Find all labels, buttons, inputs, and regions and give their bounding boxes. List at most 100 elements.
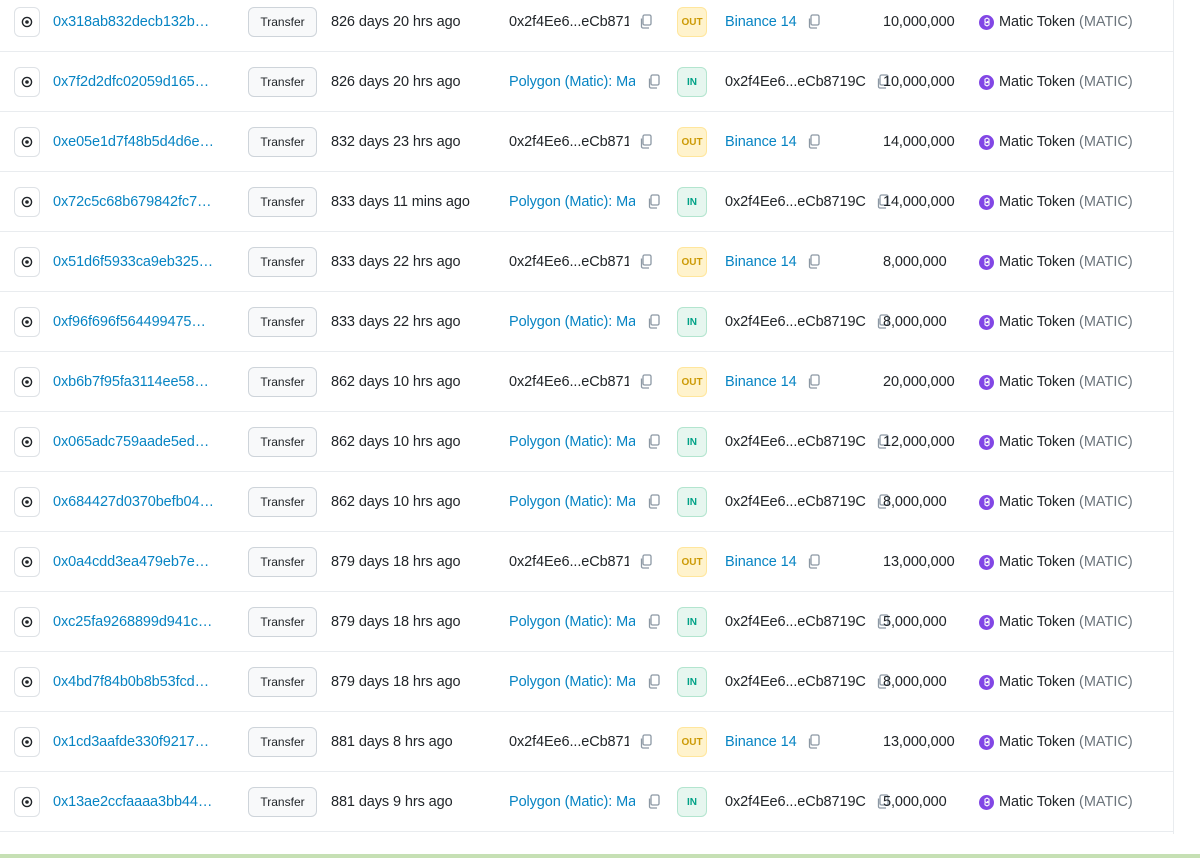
view-details-button[interactable] <box>14 67 40 97</box>
from-address[interactable]: Polygon (Matic): Mar… <box>509 494 635 510</box>
from-address[interactable]: Polygon (Matic): Mar… <box>509 434 635 450</box>
token-name[interactable]: Matic Token <box>999 314 1075 330</box>
txn-hash-cell[interactable]: 0x0a4cdd3ea479eb7e… <box>53 532 209 592</box>
txn-hash-link[interactable]: 0x318ab832decb132b… <box>53 14 209 30</box>
view-details-button[interactable] <box>14 187 40 217</box>
view-details-button[interactable] <box>14 127 40 157</box>
copy-icon[interactable] <box>807 734 821 750</box>
view-details-button[interactable] <box>14 427 40 457</box>
view-details-button[interactable] <box>14 487 40 517</box>
txn-hash-link[interactable]: 0x1cd3aafde330f9217… <box>53 734 209 750</box>
txn-hash-link[interactable]: 0xf96f696f564499475… <box>53 314 206 330</box>
txn-hash-cell[interactable]: 0x318ab832decb132b… <box>53 0 209 52</box>
token-cell[interactable]: Matic Token (MATIC) <box>979 592 1133 652</box>
txn-hash-link[interactable]: 0xe05e1d7f48b5d4d6e… <box>53 134 214 150</box>
copy-icon[interactable] <box>647 74 661 90</box>
from-address[interactable]: Polygon (Matic): Mar… <box>509 314 635 330</box>
token-name[interactable]: Matic Token <box>999 734 1075 750</box>
token-cell[interactable]: Matic Token (MATIC) <box>979 0 1133 52</box>
token-name[interactable]: Matic Token <box>999 674 1075 690</box>
token-cell[interactable]: Matic Token (MATIC) <box>979 712 1133 772</box>
token-cell[interactable]: Matic Token (MATIC) <box>979 652 1133 712</box>
copy-icon[interactable] <box>647 434 661 450</box>
txn-hash-link[interactable]: 0x7f2d2dfc02059d165… <box>53 74 209 90</box>
token-cell[interactable]: Matic Token (MATIC) <box>979 532 1133 592</box>
txn-hash-link[interactable]: 0x51d6f5933ca9eb325… <box>53 254 213 270</box>
txn-hash-cell[interactable]: 0x7f2d2dfc02059d165… <box>53 52 209 112</box>
token-cell[interactable]: Matic Token (MATIC) <box>979 412 1133 472</box>
txn-hash-link[interactable]: 0x72c5c68b679842fc7… <box>53 194 212 210</box>
token-cell[interactable]: Matic Token (MATIC) <box>979 352 1133 412</box>
token-name[interactable]: Matic Token <box>999 554 1075 570</box>
copy-icon[interactable] <box>639 254 653 270</box>
view-details-button[interactable] <box>14 367 40 397</box>
view-details-button[interactable] <box>14 7 40 37</box>
view-details-button[interactable] <box>14 307 40 337</box>
token-name[interactable]: Matic Token <box>999 494 1075 510</box>
token-cell[interactable]: Matic Token (MATIC) <box>979 472 1133 532</box>
token-name[interactable]: Matic Token <box>999 434 1075 450</box>
from-address[interactable]: Polygon (Matic): Mar… <box>509 74 635 90</box>
view-details-button[interactable] <box>14 667 40 697</box>
to-address[interactable]: Binance 14 <box>725 134 797 150</box>
to-address[interactable]: Binance 14 <box>725 734 797 750</box>
txn-hash-link[interactable]: 0x4bd7f84b0b8b53fcd… <box>53 674 209 690</box>
token-cell[interactable]: Matic Token (MATIC) <box>979 292 1133 352</box>
copy-icon[interactable] <box>807 14 821 30</box>
token-name[interactable]: Matic Token <box>999 194 1075 210</box>
txn-hash-cell[interactable]: 0x065adc759aade5ed… <box>53 412 209 472</box>
token-name[interactable]: Matic Token <box>999 134 1075 150</box>
copy-icon[interactable] <box>639 554 653 570</box>
txn-hash-cell[interactable]: 0x1cd3aafde330f9217… <box>53 712 209 772</box>
view-details-button[interactable] <box>14 247 40 277</box>
copy-icon[interactable] <box>647 194 661 210</box>
copy-icon[interactable] <box>807 554 821 570</box>
txn-hash-cell[interactable]: 0xe05e1d7f48b5d4d6e… <box>53 112 214 172</box>
txn-hash-cell[interactable]: 0x4bd7f84b0b8b53fcd… <box>53 652 209 712</box>
copy-icon[interactable] <box>639 734 653 750</box>
txn-hash-cell[interactable]: 0x51d6f5933ca9eb325… <box>53 232 213 292</box>
txn-hash-cell[interactable]: 0x13ae2ccfaaaa3bb44… <box>53 772 212 832</box>
copy-icon[interactable] <box>647 794 661 810</box>
txn-hash-cell[interactable]: 0xf96f696f564499475… <box>53 292 206 352</box>
view-details-button[interactable] <box>14 607 40 637</box>
token-name[interactable]: Matic Token <box>999 74 1075 90</box>
copy-icon[interactable] <box>639 374 653 390</box>
token-cell[interactable]: Matic Token (MATIC) <box>979 52 1133 112</box>
txn-hash-link[interactable]: 0x684427d0370befb04… <box>53 494 214 510</box>
copy-icon[interactable] <box>639 14 653 30</box>
txn-hash-cell[interactable]: 0x684427d0370befb04… <box>53 472 214 532</box>
copy-icon[interactable] <box>647 674 661 690</box>
txn-hash-cell[interactable]: 0x72c5c68b679842fc7… <box>53 172 212 232</box>
txn-hash-cell[interactable]: 0xb6b7f95fa3114ee58… <box>53 352 209 412</box>
txn-hash-link[interactable]: 0x065adc759aade5ed… <box>53 434 209 450</box>
token-cell[interactable]: Matic Token (MATIC) <box>979 232 1133 292</box>
to-address[interactable]: Binance 14 <box>725 554 797 570</box>
txn-hash-link[interactable]: 0xc25fa9268899d941c… <box>53 614 212 630</box>
token-cell[interactable]: Matic Token (MATIC) <box>979 172 1133 232</box>
view-details-button[interactable] <box>14 727 40 757</box>
token-name[interactable]: Matic Token <box>999 14 1075 30</box>
copy-icon[interactable] <box>647 314 661 330</box>
view-details-button[interactable] <box>14 547 40 577</box>
copy-icon[interactable] <box>647 494 661 510</box>
txn-hash-link[interactable]: 0x13ae2ccfaaaa3bb44… <box>53 794 212 810</box>
token-cell[interactable]: Matic Token (MATIC) <box>979 112 1133 172</box>
token-name[interactable]: Matic Token <box>999 794 1075 810</box>
token-name[interactable]: Matic Token <box>999 614 1075 630</box>
from-address[interactable]: Polygon (Matic): Mar… <box>509 674 635 690</box>
txn-hash-link[interactable]: 0x0a4cdd3ea479eb7e… <box>53 554 209 570</box>
from-address[interactable]: Polygon (Matic): Mar… <box>509 614 635 630</box>
to-address[interactable]: Binance 14 <box>725 254 797 270</box>
copy-icon[interactable] <box>807 134 821 150</box>
copy-icon[interactable] <box>807 254 821 270</box>
from-address[interactable]: Polygon (Matic): Mar… <box>509 794 635 810</box>
to-address[interactable]: Binance 14 <box>725 14 797 30</box>
copy-icon[interactable] <box>647 614 661 630</box>
txn-hash-cell[interactable]: 0xc25fa9268899d941c… <box>53 592 212 652</box>
view-details-button[interactable] <box>14 787 40 817</box>
token-cell[interactable]: Matic Token (MATIC) <box>979 772 1133 832</box>
to-address[interactable]: Binance 14 <box>725 374 797 390</box>
txn-hash-link[interactable]: 0xb6b7f95fa3114ee58… <box>53 374 209 390</box>
copy-icon[interactable] <box>807 374 821 390</box>
